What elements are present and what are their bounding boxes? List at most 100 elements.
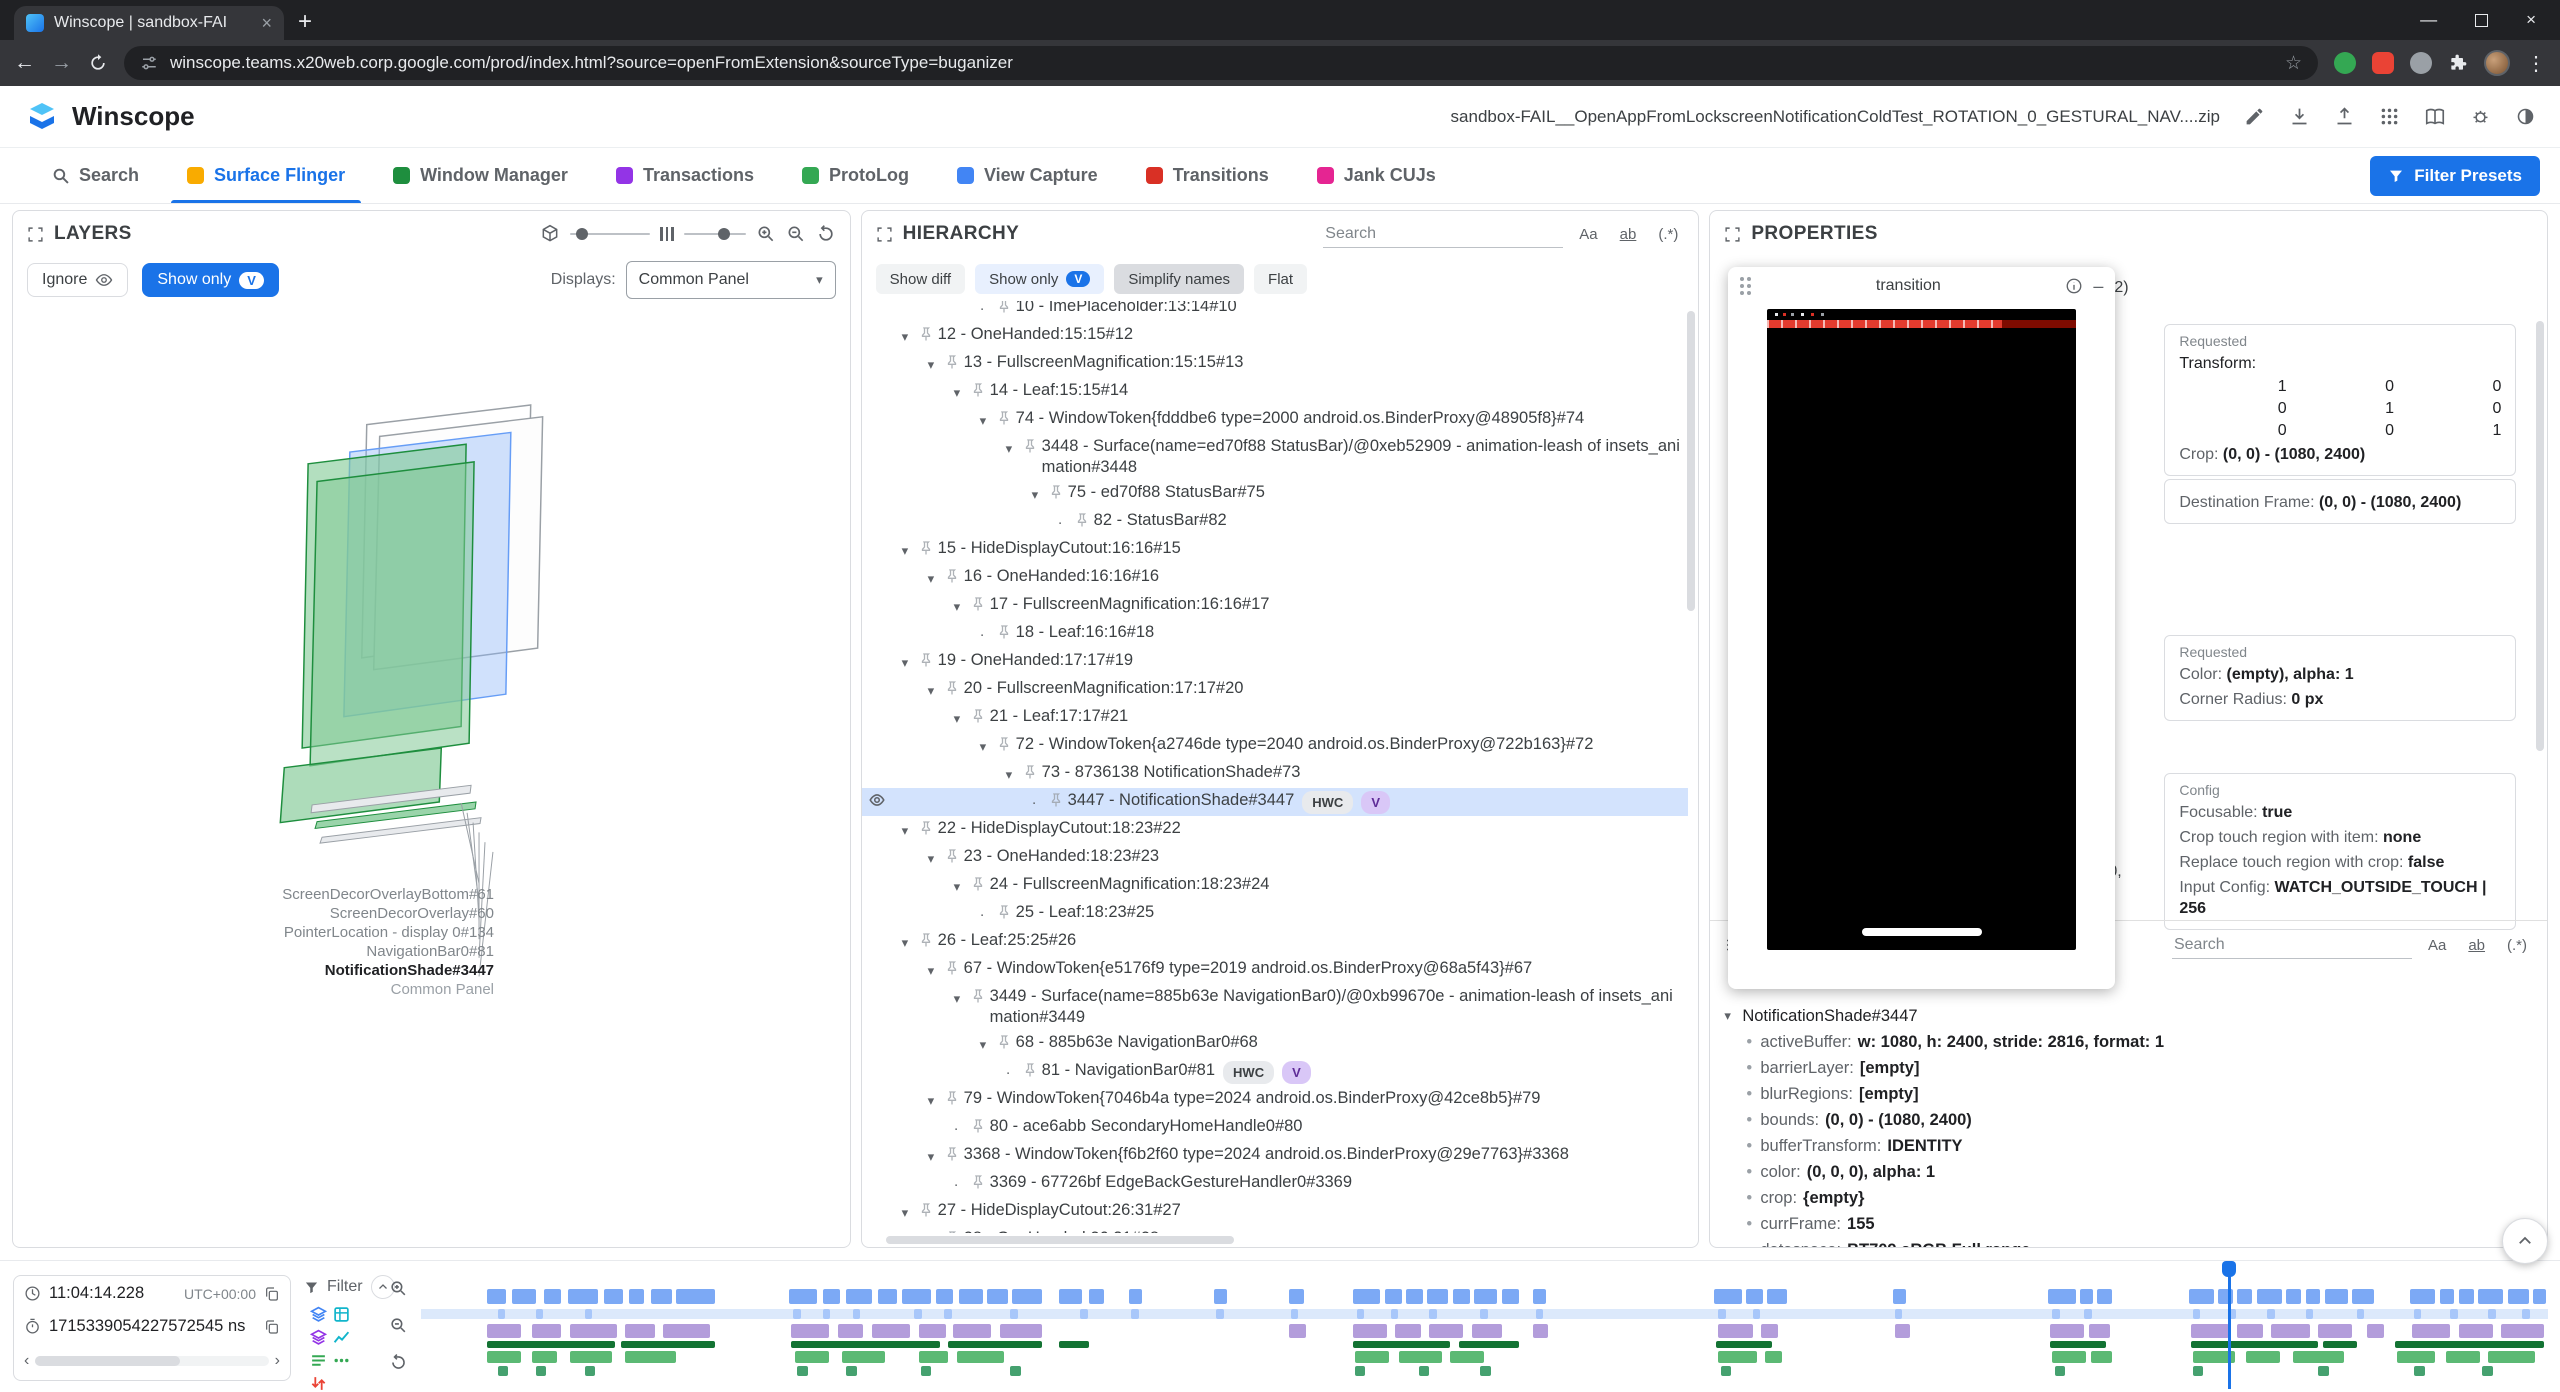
collapse-arrow-icon[interactable]: ▾ — [902, 932, 918, 953]
property-row[interactable]: •activeBuffer:w: 1080, h: 2400, stride: … — [1716, 1029, 2541, 1055]
tab-surface-flinger[interactable]: Surface Flinger — [163, 148, 369, 203]
trace-event[interactable] — [987, 1289, 1008, 1304]
expand-panel-icon[interactable] — [876, 226, 893, 243]
trace-event[interactable] — [1533, 1289, 1546, 1304]
trace-event[interactable] — [2367, 1324, 2384, 1338]
trace-event[interactable] — [902, 1289, 932, 1304]
trace-event[interactable] — [793, 1309, 800, 1319]
trace-event[interactable] — [2084, 1309, 2091, 1319]
collapse-arrow-icon[interactable]: ▾ — [902, 1202, 918, 1223]
hierarchy-node[interactable]: ▾3449 - Surface(name=885b63e NavigationB… — [862, 984, 1689, 1030]
layer-label[interactable]: PointerLocation - display 0#134 — [74, 923, 494, 942]
tab-close-icon[interactable]: × — [261, 13, 272, 34]
trace-event[interactable] — [2191, 1324, 2229, 1338]
collapse-arrow-icon[interactable]: ▾ — [980, 410, 996, 431]
trace-event[interactable] — [629, 1289, 644, 1304]
trace-event[interactable] — [2257, 1289, 2283, 1304]
timeline-horizontal-scrollbar[interactable]: ‹ › — [24, 1350, 280, 1372]
trace-event[interactable] — [2306, 1309, 2313, 1319]
trace-event[interactable] — [921, 1366, 932, 1376]
trace-event[interactable] — [1895, 1324, 1910, 1338]
trace-event[interactable] — [1453, 1289, 1470, 1304]
trace-event[interactable] — [2286, 1289, 2301, 1304]
hierarchy-node[interactable]: ▾3448 - Surface(name=ed70f88 StatusBar)/… — [862, 434, 1689, 480]
trace-event[interactable] — [2097, 1289, 2112, 1304]
trace-event[interactable] — [1427, 1289, 1448, 1304]
trace-event[interactable] — [1357, 1309, 1364, 1319]
collapse-arrow-icon[interactable]: ▾ — [1006, 438, 1022, 459]
trace-event[interactable] — [1895, 1309, 1902, 1319]
hierarchy-node[interactable]: ·3369 - 67726bf EdgeBackGestureHandler0#… — [862, 1170, 1689, 1198]
collapse-arrow-icon[interactable]: ▾ — [954, 708, 970, 729]
trace-event[interactable] — [1536, 1309, 1543, 1319]
trace-event[interactable] — [487, 1324, 521, 1338]
hierarchy-node[interactable]: ▾79 - WindowToken{7046b4a type=2024 andr… — [862, 1086, 1689, 1114]
trace-event[interactable] — [498, 1366, 509, 1376]
tab-transitions[interactable]: Transitions — [1122, 148, 1293, 203]
filter-chip-flat[interactable]: Flat — [1254, 264, 1307, 294]
hierarchy-node[interactable]: ▾26 - Leaf:25:25#26 — [862, 928, 1689, 956]
trace-event[interactable] — [2306, 1289, 2321, 1304]
filter-chip-simplify-names[interactable]: Simplify names — [1114, 264, 1244, 294]
trace-event[interactable] — [1214, 1289, 1227, 1304]
trace-event[interactable] — [919, 1351, 949, 1363]
trace-event[interactable] — [487, 1341, 615, 1348]
collapse-arrow-icon[interactable]: ▾ — [902, 652, 918, 673]
trace-event[interactable] — [2450, 1309, 2457, 1319]
trace-event[interactable] — [1718, 1324, 1752, 1338]
trace-event[interactable] — [2080, 1289, 2093, 1304]
trace-event[interactable] — [2412, 1324, 2450, 1338]
trace-event[interactable] — [1012, 1289, 1042, 1304]
3d-view-icon[interactable] — [540, 224, 560, 244]
collapse-arrow-icon[interactable]: ▾ — [928, 1146, 944, 1167]
hierarchy-node[interactable]: ·25 - Leaf:18:23#25 — [862, 900, 1689, 928]
trace-event[interactable] — [1010, 1366, 1021, 1376]
trace-event[interactable] — [604, 1289, 623, 1304]
back-button[interactable]: ← — [14, 51, 35, 75]
trace-event[interactable] — [2048, 1289, 2076, 1304]
collapse-arrow-icon[interactable]: ▾ — [928, 568, 944, 589]
property-row[interactable]: •dataspace:BT709 sRGB Full range — [1716, 1237, 2541, 1247]
properties-search-input[interactable] — [2172, 932, 2412, 959]
tab-protolog[interactable]: ProtoLog — [778, 148, 933, 203]
trace-event[interactable] — [2089, 1324, 2110, 1338]
trace-event[interactable] — [1355, 1351, 1389, 1363]
trace-event[interactable] — [2501, 1324, 2544, 1338]
trace-event[interactable] — [1716, 1341, 1771, 1348]
match-case-button[interactable]: Aa — [1573, 226, 1603, 243]
hierarchy-node[interactable]: ▾75 - ed70f88 StatusBar#75 — [862, 480, 1689, 508]
property-row[interactable]: •currFrame:155 — [1716, 1211, 2541, 1237]
trace-event[interactable] — [676, 1289, 714, 1304]
trace-event[interactable] — [2267, 1309, 2274, 1319]
trace-event[interactable] — [651, 1289, 672, 1304]
trace-event[interactable] — [585, 1309, 592, 1319]
trace-event[interactable] — [878, 1289, 897, 1304]
layers-3d-canvas[interactable]: ScreenDecorOverlayBottom#61ScreenDecorOv… — [14, 307, 849, 1246]
trace-event[interactable] — [1502, 1289, 1519, 1304]
collapse-arrow-icon[interactable]: ▾ — [954, 382, 970, 403]
trace-event[interactable] — [872, 1324, 910, 1338]
trace-event[interactable] — [2478, 1289, 2504, 1304]
minimize-viewer-icon[interactable]: – — [2093, 276, 2103, 297]
trace-event[interactable] — [1353, 1324, 1387, 1338]
timeline-cursor[interactable] — [2228, 1267, 2231, 1389]
trace-event[interactable] — [2533, 1289, 2546, 1304]
collapse-arrow-icon[interactable]: ▾ — [928, 680, 944, 701]
hierarchy-node[interactable]: ▾72 - WindowToken{a2746de type=2040 andr… — [862, 732, 1689, 760]
displays-select[interactable]: Common Panel ▾ — [626, 261, 836, 299]
trace-event[interactable] — [2488, 1309, 2495, 1319]
zoom-out-icon[interactable] — [786, 224, 806, 244]
collapse-arrow-icon[interactable]: ▾ — [902, 820, 918, 841]
trace-event[interactable] — [1480, 1309, 1487, 1319]
trace-event[interactable] — [532, 1351, 558, 1363]
trace-event[interactable] — [2459, 1289, 2474, 1304]
property-row[interactable]: •bounds:(0, 0) - (1080, 2400) — [1716, 1107, 2541, 1133]
trace-event[interactable] — [1746, 1289, 1763, 1304]
zoom-in-icon[interactable] — [389, 1279, 408, 1298]
bookmark-star-icon[interactable]: ☆ — [2285, 52, 2302, 75]
edit-icon[interactable] — [2244, 106, 2265, 127]
trace-event[interactable] — [936, 1289, 953, 1304]
trace-event[interactable] — [2414, 1309, 2421, 1319]
trace-event[interactable] — [789, 1289, 817, 1304]
trace-event[interactable] — [1399, 1351, 1442, 1363]
